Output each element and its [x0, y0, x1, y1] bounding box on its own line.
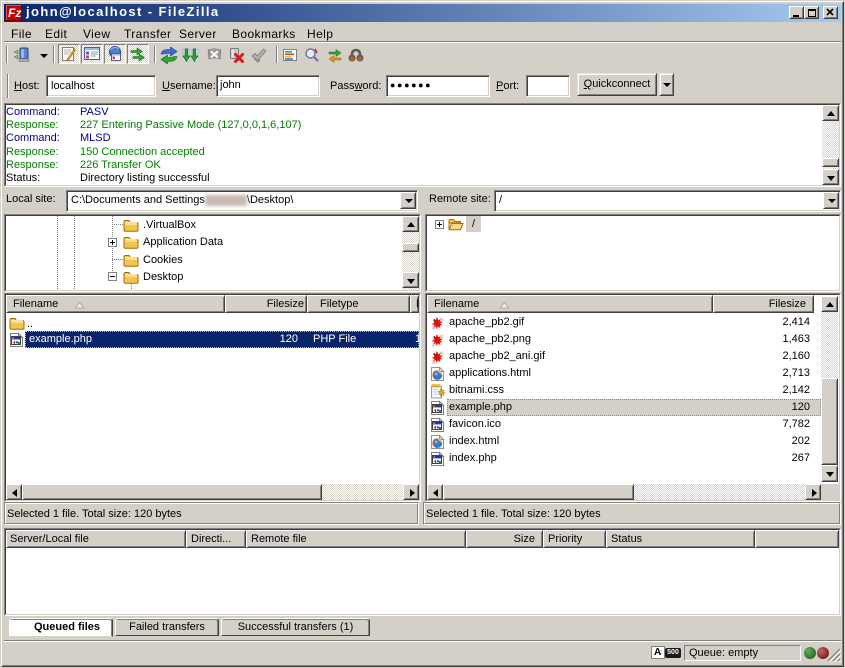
svg-text:Fz: Fz: [8, 6, 21, 20]
